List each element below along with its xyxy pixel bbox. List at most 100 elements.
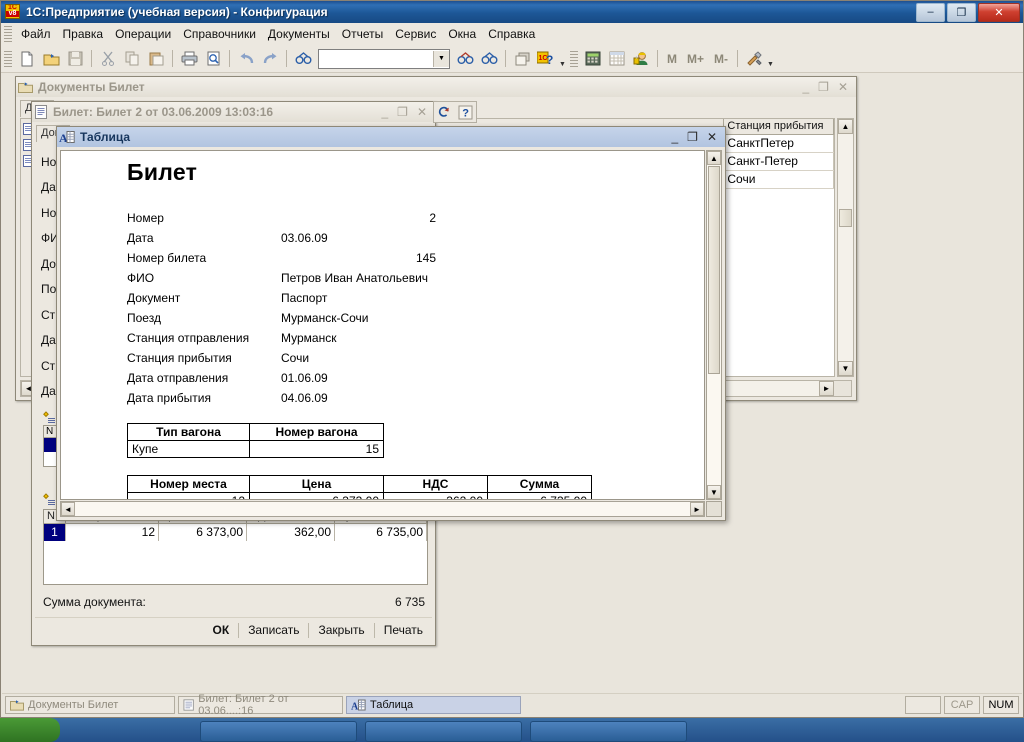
search-input[interactable] bbox=[319, 51, 433, 67]
taskbar-item-documents[interactable]: Документы Билет bbox=[5, 696, 175, 714]
close-button-form[interactable]: Закрыть bbox=[309, 621, 373, 639]
copy-icon[interactable] bbox=[121, 48, 143, 70]
report-label-fio: ФИО bbox=[127, 271, 154, 285]
documents-vertical-scrollbar[interactable]: ▲ ▼ bbox=[837, 118, 854, 377]
table-row[interactable]: 1 12 6 373,00 362,00 6 735,00 bbox=[44, 524, 427, 541]
wagon-grid-empty-row[interactable] bbox=[44, 452, 56, 466]
calendar-icon[interactable] bbox=[606, 48, 628, 70]
minimize-button[interactable]: – bbox=[916, 3, 945, 22]
report-vertical-scrollbar[interactable]: ▲ ▼ bbox=[706, 150, 722, 500]
os-task-item-3[interactable] bbox=[530, 721, 687, 742]
menu-item-operations[interactable]: Операции bbox=[109, 25, 177, 43]
scrollbar-thumb[interactable] bbox=[839, 209, 852, 227]
menu-item-documents[interactable]: Документы bbox=[262, 25, 336, 43]
undo-icon[interactable] bbox=[235, 48, 257, 70]
save-icon[interactable] bbox=[64, 48, 86, 70]
wagon-grid-selected-row[interactable] bbox=[44, 438, 56, 452]
scroll-down-icon[interactable]: ▼ bbox=[707, 485, 721, 499]
print-icon[interactable] bbox=[178, 48, 200, 70]
help-button[interactable]: ? bbox=[458, 105, 473, 120]
toolbar-gripper-2[interactable] bbox=[570, 51, 578, 67]
report-minimize-button[interactable]: _ bbox=[671, 131, 678, 143]
ticket-form-maximize-button[interactable]: ❐ bbox=[397, 106, 408, 118]
find-prev-icon[interactable] bbox=[478, 48, 500, 70]
save-button[interactable]: Записать bbox=[239, 621, 308, 639]
cell-price[interactable]: 6 373,00 bbox=[159, 524, 247, 541]
ok-button[interactable]: ОК bbox=[204, 621, 239, 639]
report-canvas[interactable]: Билет Номер 2 Дата 03.06.09 Номер билета… bbox=[60, 150, 705, 500]
ticket-form-titlebar[interactable]: Билет: Билет 2 от 03.06.2009 13:03:16 _ … bbox=[32, 102, 435, 122]
scroll-left-icon[interactable]: ◄ bbox=[61, 502, 75, 516]
menu-gripper[interactable] bbox=[4, 26, 12, 42]
os-task-item-2[interactable] bbox=[365, 721, 522, 742]
add-row-icon[interactable] bbox=[43, 411, 56, 424]
scroll-up-icon[interactable]: ▲ bbox=[838, 119, 853, 134]
calculator-icon[interactable] bbox=[582, 48, 604, 70]
table-row: 12 6 373.00 362.00 6 735.00 bbox=[128, 493, 592, 501]
menu-item-reports[interactable]: Отчеты bbox=[336, 25, 389, 43]
report-close-button[interactable]: ✕ bbox=[707, 131, 717, 143]
new-icon[interactable] bbox=[16, 48, 38, 70]
cell-sum: 6 735.00 bbox=[488, 493, 592, 501]
menu-item-edit[interactable]: Правка bbox=[57, 25, 110, 43]
tools-icon[interactable] bbox=[743, 48, 765, 70]
cell-vat[interactable]: 362,00 bbox=[247, 524, 335, 541]
taskbar-item-table[interactable]: A Таблица bbox=[346, 696, 521, 714]
refresh-icon[interactable] bbox=[437, 105, 451, 119]
toolbar-gripper[interactable] bbox=[4, 51, 12, 67]
scroll-right-icon[interactable]: ► bbox=[819, 381, 834, 396]
os-task-item-1[interactable] bbox=[200, 721, 357, 742]
print-preview-icon[interactable] bbox=[202, 48, 224, 70]
print-button[interactable]: Печать bbox=[375, 621, 432, 639]
menu-item-file[interactable]: Файл bbox=[15, 25, 57, 43]
documents-window-titlebar[interactable]: Документы Билет _ ❐ ✕ bbox=[16, 77, 856, 97]
close-button[interactable]: ✕ bbox=[978, 3, 1020, 22]
user-icon[interactable] bbox=[630, 48, 652, 70]
toolbar-overflow-icon[interactable]: ▼ bbox=[558, 50, 567, 68]
scrollbar-thumb[interactable] bbox=[708, 166, 720, 374]
start-button[interactable] bbox=[0, 718, 60, 742]
column-header-arrival[interactable]: Станция прибытия bbox=[724, 119, 834, 134]
ticket-form-close-button[interactable]: ✕ bbox=[417, 106, 427, 118]
paste-icon[interactable] bbox=[145, 48, 167, 70]
cut-icon[interactable] bbox=[97, 48, 119, 70]
wagon-grid[interactable]: N bbox=[43, 425, 57, 467]
report-label-ticket-number: Номер билета bbox=[127, 251, 206, 265]
redo-icon[interactable] bbox=[259, 48, 281, 70]
report-horizontal-scrollbar[interactable]: ◄ ► bbox=[60, 501, 705, 517]
scroll-right-icon[interactable]: ► bbox=[690, 502, 704, 516]
memory-sub-button[interactable]: M- bbox=[709, 52, 733, 66]
restore-button[interactable]: ❐ bbox=[947, 3, 976, 22]
menu-item-service[interactable]: Сервис bbox=[389, 25, 442, 43]
scroll-down-icon[interactable]: ▼ bbox=[838, 361, 853, 376]
documents-close-button[interactable]: ✕ bbox=[838, 81, 848, 93]
seat-price-table[interactable]: Номер места Цена НДС Сумма 12 6 373.00 3… bbox=[127, 475, 592, 500]
toolbar-overflow-icon-2[interactable]: ▼ bbox=[766, 50, 775, 68]
search-combo[interactable]: ▼ bbox=[318, 49, 450, 69]
menu-item-catalogs[interactable]: Справочники bbox=[177, 25, 262, 43]
windows-cascade-icon[interactable] bbox=[511, 48, 533, 70]
memory-recall-button[interactable]: M bbox=[662, 52, 682, 66]
documents-minimize-button[interactable]: _ bbox=[802, 81, 809, 93]
report-window[interactable]: A Таблица _ ❐ ✕ Билет Номер 2 Дата bbox=[56, 126, 726, 521]
report-window-titlebar[interactable]: A Таблица _ ❐ ✕ bbox=[57, 127, 725, 147]
memory-add-button[interactable]: M+ bbox=[682, 52, 709, 66]
documents-maximize-button[interactable]: ❐ bbox=[818, 81, 829, 93]
report-maximize-button[interactable]: ❐ bbox=[687, 131, 698, 143]
wagon-table[interactable]: Тип вагона Номер вагона Купе 15 bbox=[127, 423, 384, 458]
add-row-icon-2[interactable] bbox=[43, 493, 56, 506]
help-1c-icon[interactable]: 1С? bbox=[535, 48, 557, 70]
menu-item-windows[interactable]: Окна bbox=[442, 25, 482, 43]
table-empty-row[interactable] bbox=[44, 541, 427, 569]
cell-sum[interactable]: 6 735,00 bbox=[335, 524, 427, 541]
taskbar-item-ticket[interactable]: Билет: Билет 2 от 03.06....:16 bbox=[178, 696, 343, 714]
find-next-icon[interactable] bbox=[454, 48, 476, 70]
cell-seat[interactable]: 12 bbox=[66, 524, 159, 541]
menu-item-help[interactable]: Справка bbox=[482, 25, 541, 43]
chevron-down-icon[interactable]: ▼ bbox=[433, 51, 449, 67]
find-icon[interactable] bbox=[292, 48, 314, 70]
open-folder-icon[interactable] bbox=[40, 48, 62, 70]
report-label-number: Номер bbox=[127, 211, 164, 225]
ticket-form-minimize-button[interactable]: _ bbox=[381, 106, 388, 118]
scroll-up-icon[interactable]: ▲ bbox=[707, 151, 721, 165]
